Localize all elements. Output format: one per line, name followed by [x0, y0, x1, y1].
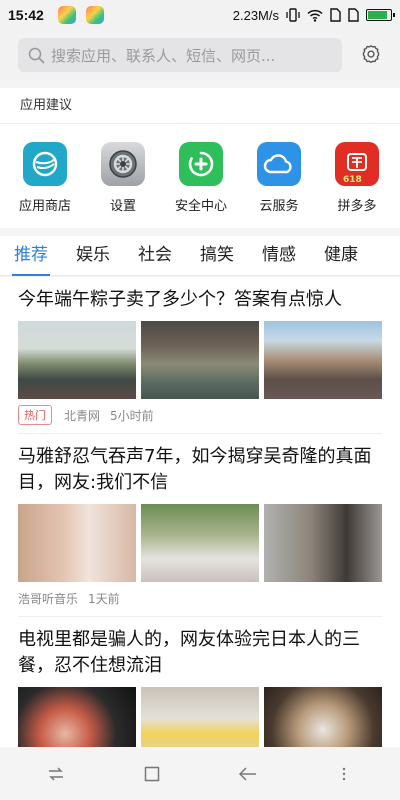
switch-icon [49, 767, 63, 781]
battery-icon [366, 9, 395, 21]
home-icon [144, 766, 160, 782]
article-thumbnail [141, 504, 259, 582]
article-thumbnail [18, 504, 136, 582]
back-icon [239, 767, 256, 781]
article-source: 北青网 [64, 408, 101, 423]
app-label: 设置 [109, 199, 136, 214]
tab-emotion[interactable]: 情感 [262, 236, 296, 276]
article-card[interactable]: 今年端午粽子卖了多少个？答案有点惊人 热门 北青网 5小时前 [0, 277, 400, 431]
article-thumbnail [18, 687, 136, 747]
sim-icon [330, 8, 341, 22]
article-title: 马雅舒忍气吞声7年，如今揭穿吴奇隆的真面目，网友:我们不信 [18, 446, 372, 493]
article-source: 浩哥听音乐 [18, 591, 79, 606]
article-card[interactable]: 电视里都是骗人的，网友体验完日本人的三餐，忍不住想流泪 [0, 617, 400, 747]
app-label: 安全中心 [174, 199, 227, 214]
article-time: 1天前 [88, 591, 120, 606]
search-placeholder: 搜索应用、联系人、短信、网页... [51, 46, 276, 65]
tab-society[interactable]: 社会 [138, 236, 172, 276]
article-thumbnail [18, 321, 136, 399]
cloud-icon [257, 142, 301, 186]
app-label: 拼多多 [337, 199, 377, 214]
app-suggestions: 应用建议 应用商店 设置 安全中心 云服务 618 拼多多 [0, 88, 400, 228]
article-thumbnail [264, 321, 382, 399]
security-center-icon [179, 142, 223, 186]
menu-button[interactable] [36, 754, 76, 794]
article-meta: 热门 北青网 5小时前 [18, 399, 382, 431]
app-pinduoduo[interactable]: 618 拼多多 [324, 142, 390, 214]
app-cloud-service[interactable]: 云服务 [246, 142, 312, 214]
app-label: 云服务 [259, 199, 299, 214]
network-speed: 2.23M/s [232, 7, 279, 23]
promo-badge: 618 [343, 175, 362, 185]
back-button[interactable] [228, 754, 268, 794]
article-thumbnail [141, 687, 259, 747]
search-input[interactable]: 搜索应用、联系人、短信、网页... [18, 38, 342, 72]
article-card[interactable]: 马雅舒忍气吞声7年，如今揭穿吴奇隆的真面目，网友:我们不信 浩哥听音乐 1天前 [0, 434, 400, 614]
article-time: 5小时前 [110, 408, 154, 423]
tab-health[interactable]: 健康 [324, 236, 358, 276]
notification-app-icon [85, 6, 104, 24]
tab-entertainment[interactable]: 娱乐 [76, 236, 110, 276]
article-thumbnail [264, 687, 382, 747]
article-title: 今年端午粽子卖了多少个？答案有点惊人 [18, 289, 342, 310]
app-settings[interactable]: 设置 [90, 142, 156, 214]
more-icon [342, 767, 346, 781]
settings-button[interactable] [356, 40, 386, 70]
wifi-icon [307, 9, 323, 22]
status-icons: 2.23M/s [232, 7, 395, 23]
article-thumbnail [264, 504, 382, 582]
category-tabs: 推荐 娱乐 社会 搞笑 情感 健康 [0, 236, 400, 276]
article-title: 电视里都是骗人的，网友体验完日本人的三餐，忍不住想流泪 [18, 629, 360, 676]
news-feed: 今年端午粽子卖了多少个？答案有点惊人 热门 北青网 5小时前 马雅舒忍气吞声7年… [0, 277, 400, 747]
app-app-store[interactable]: 应用商店 [12, 142, 78, 214]
app-store-icon [23, 142, 67, 186]
signal-icon [348, 8, 359, 22]
app-security-center[interactable]: 安全中心 [168, 142, 234, 214]
app-label: 应用商店 [18, 199, 71, 214]
vibrate-icon [286, 8, 300, 22]
pinduoduo-icon: 618 [335, 142, 379, 186]
hot-badge: 热门 [18, 405, 52, 425]
home-button[interactable] [132, 754, 172, 794]
tab-funny[interactable]: 搞笑 [200, 236, 234, 276]
article-thumbnail [141, 321, 259, 399]
status-bar: 15:42 2.23M/s [0, 0, 400, 30]
tab-recommend[interactable]: 推荐 [12, 236, 50, 276]
search-header: 搜索应用、联系人、短信、网页... [0, 30, 400, 80]
article-meta: 浩哥听音乐 1天前 [18, 582, 382, 614]
status-time: 15:42 [8, 7, 44, 23]
search-icon [28, 47, 45, 63]
settings-icon [101, 142, 145, 186]
system-nav-bar [0, 748, 400, 800]
notification-app-icon [57, 6, 76, 24]
suggestions-title: 应用建议 [0, 88, 400, 124]
gear-icon [362, 45, 380, 64]
more-button[interactable] [324, 754, 364, 794]
